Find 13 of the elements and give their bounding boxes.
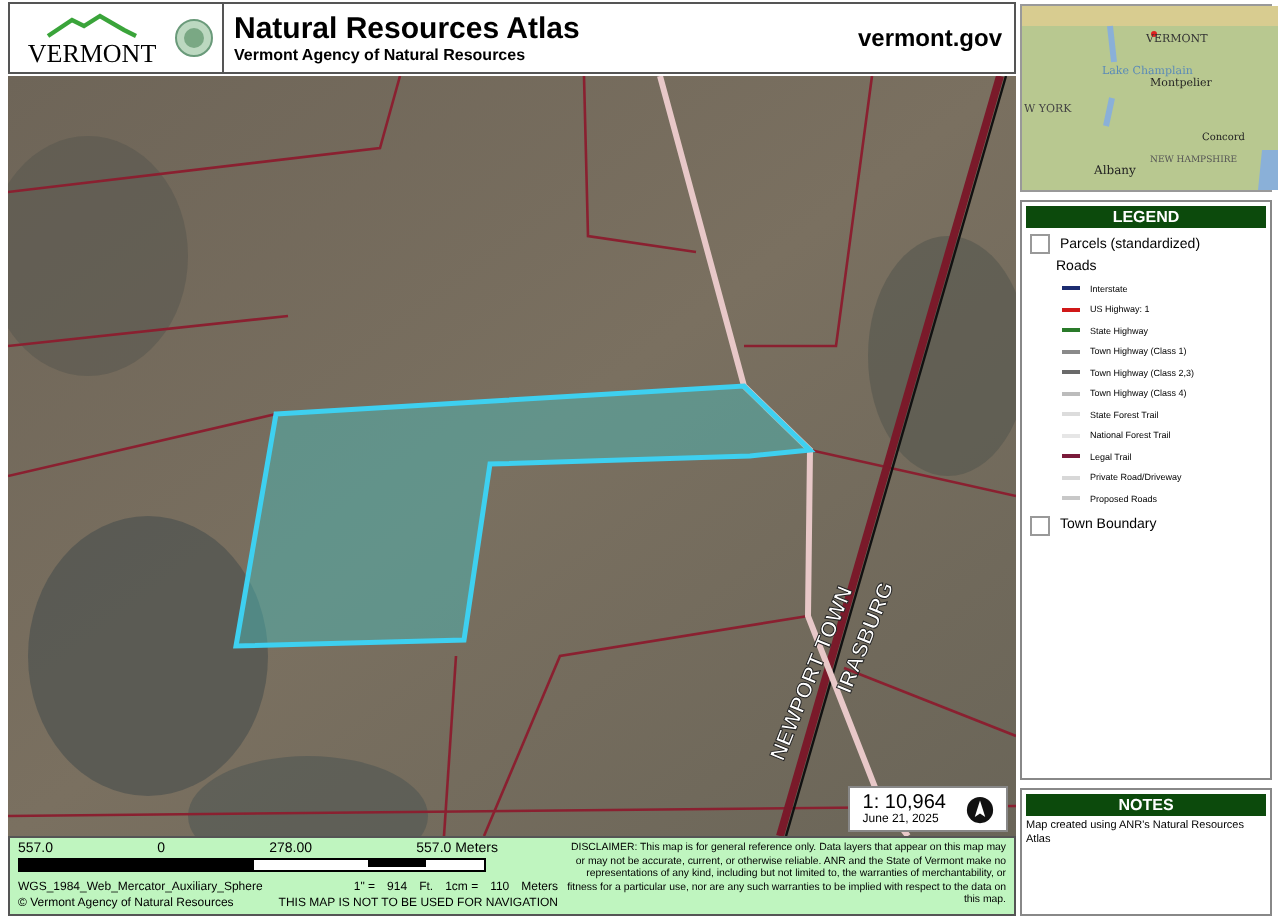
agency-seal-icon — [174, 18, 214, 58]
logo-text: VERMONT — [27, 39, 157, 65]
notes-title: NOTES — [1026, 794, 1266, 816]
legend-title: LEGEND — [1026, 206, 1266, 228]
legend-swatch-icon — [1030, 515, 1050, 535]
map-scale: 1: 10,964 — [862, 792, 946, 814]
scale-bar-icon — [18, 858, 486, 874]
app-subtitle: Vermont Agency of Natural Resources — [234, 45, 528, 63]
app-title: Natural Resources Atlas — [234, 13, 582, 45]
legend-swatch-icon — [1030, 234, 1050, 254]
location-dot-icon — [1151, 31, 1157, 37]
site-link[interactable]: vermont.gov — [857, 24, 1002, 52]
mountain-logo-icon — [44, 11, 140, 39]
